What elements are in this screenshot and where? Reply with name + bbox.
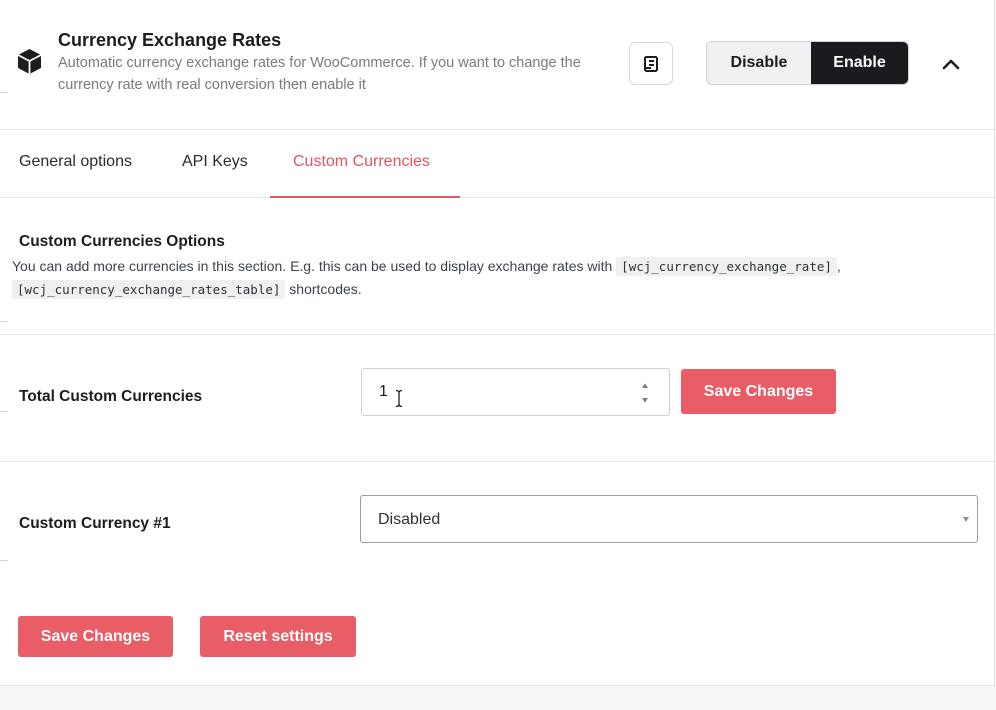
shortcode-rates-table: [wcj_currency_exchange_rates_table] xyxy=(12,280,286,299)
module-description: Automatic currency exchange rates for Wo… xyxy=(58,55,581,93)
section-title: Custom Currencies Options xyxy=(19,233,225,250)
edge-tick xyxy=(0,411,8,412)
custom-currency-label: Custom Currency #1 xyxy=(19,515,171,532)
module-title: Currency Exchange Rates xyxy=(58,30,282,50)
save-changes-button[interactable]: Save Changes xyxy=(18,616,173,657)
tabs-divider xyxy=(0,197,995,198)
total-currencies-value: 1 xyxy=(379,383,388,400)
total-currencies-label: Total Custom Currencies xyxy=(19,388,203,405)
text-cursor-icon xyxy=(395,389,403,408)
divider xyxy=(0,461,995,462)
total-currencies-input[interactable]: 1 xyxy=(361,368,670,416)
spinner-arrows-icon[interactable] xyxy=(639,380,651,406)
description-text: You can add more currencies in this sect… xyxy=(12,258,613,274)
tab-custom-currencies[interactable]: Custom Currencies xyxy=(293,153,430,171)
save-total-button[interactable]: Save Changes xyxy=(681,369,836,414)
edge-tick xyxy=(0,321,8,322)
enable-button[interactable]: Enable xyxy=(811,42,908,84)
divider xyxy=(0,334,995,335)
reset-settings-button[interactable]: Reset settings xyxy=(200,616,356,657)
section-description: You can add more currencies in this sect… xyxy=(12,255,912,301)
tab-general-options[interactable]: General options xyxy=(19,153,132,171)
module-panel: Currency Exchange Rates Automatic curren… xyxy=(0,0,995,686)
custom-currency-select[interactable]: Disabled xyxy=(360,495,978,543)
edge-tick xyxy=(0,92,8,93)
enable-toggle: Disable Enable xyxy=(706,41,909,85)
description-suffix: shortcodes. xyxy=(289,281,362,297)
active-tab-indicator xyxy=(270,196,460,198)
documentation-button[interactable] xyxy=(629,42,673,85)
cube-icon xyxy=(17,49,42,74)
collapse-button[interactable] xyxy=(936,52,966,76)
separator: , xyxy=(836,258,841,274)
document-icon xyxy=(644,55,658,72)
disable-button[interactable]: Disable xyxy=(707,42,811,84)
edge-tick xyxy=(0,560,8,561)
shortcode-exchange-rate: [wcj_currency_exchange_rate] xyxy=(616,257,837,276)
dropdown-arrow-icon xyxy=(963,517,969,522)
divider xyxy=(0,129,995,130)
tab-api-keys[interactable]: API Keys xyxy=(182,153,248,171)
custom-currency-selected: Disabled xyxy=(378,511,441,528)
chevron-up-icon xyxy=(942,59,960,70)
